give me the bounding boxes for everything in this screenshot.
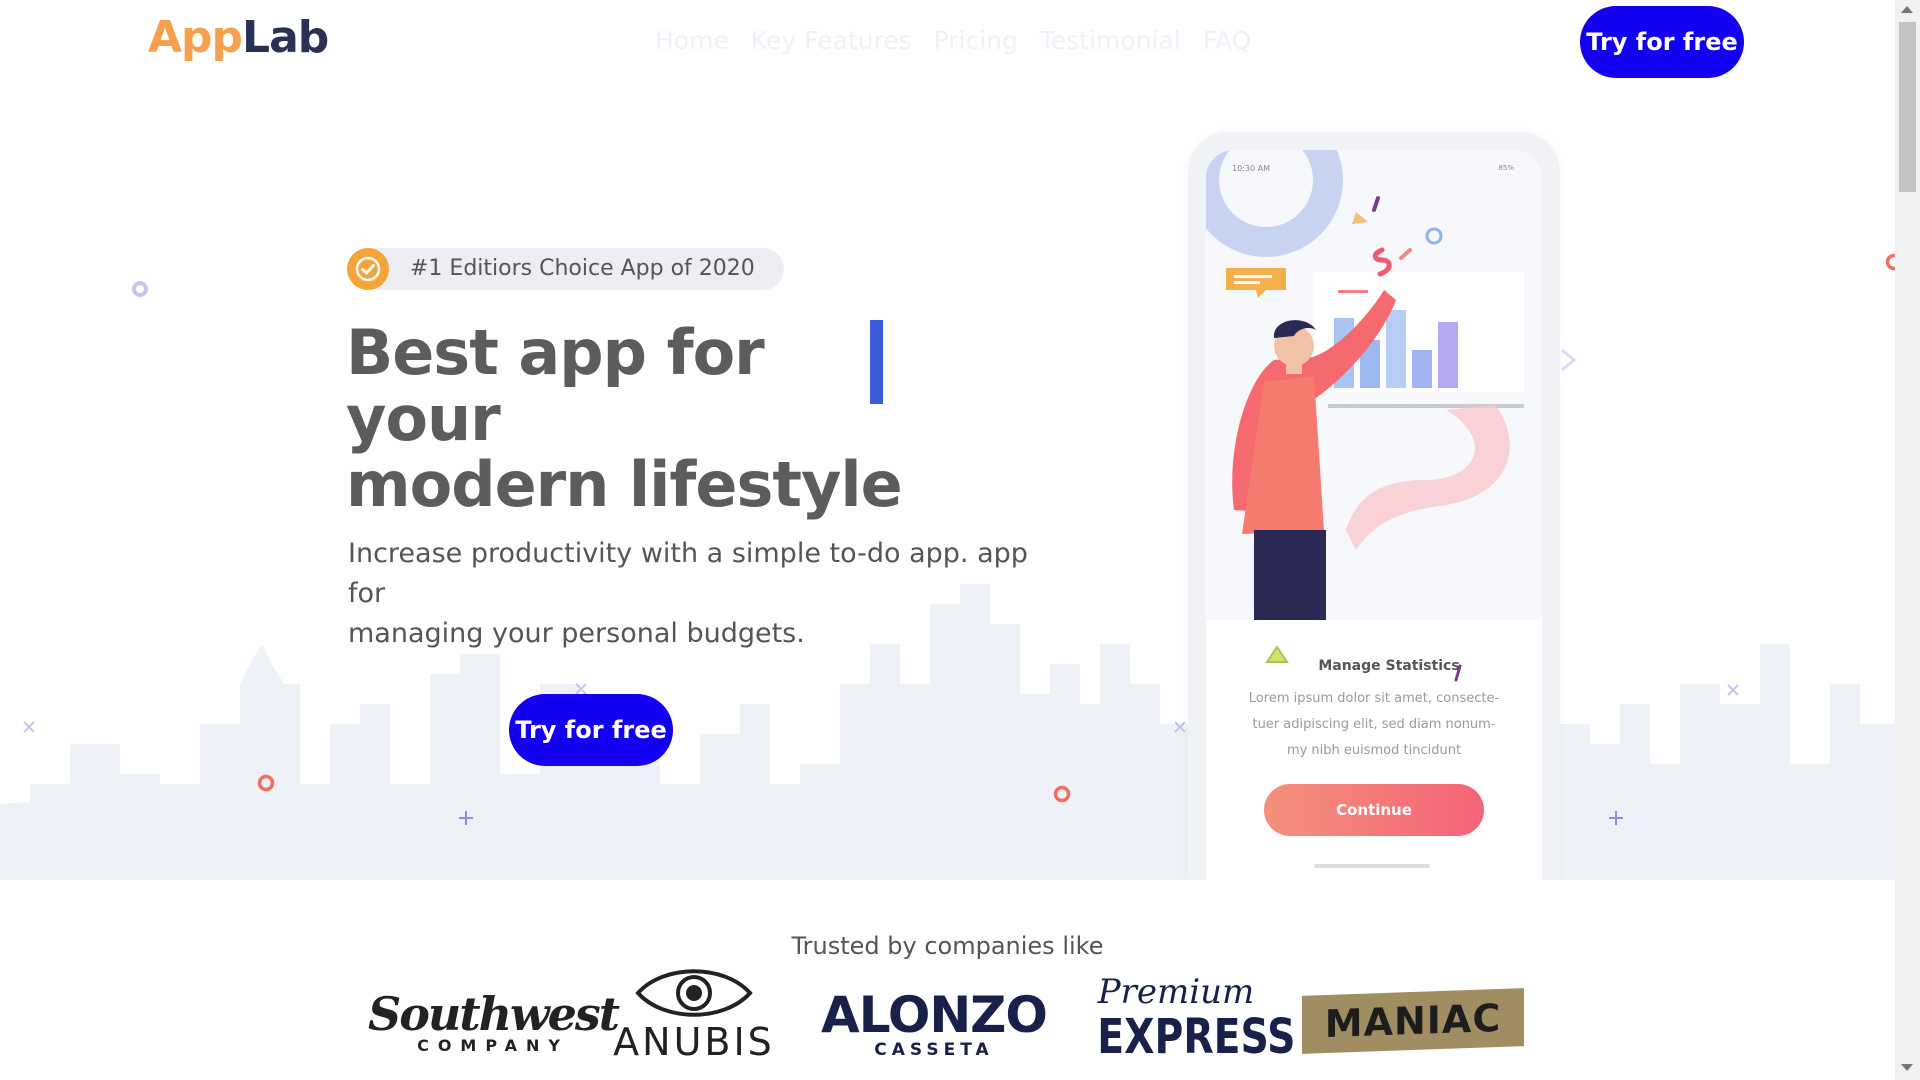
scroll-down-arrow-icon[interactable] (1901, 1064, 1913, 1071)
express-name: EXPRESS (1097, 1009, 1296, 1065)
main-nav: Home Key Features Pricing Testimonial FA… (655, 26, 1251, 55)
maniac-name: MANIAC (1324, 995, 1502, 1047)
phone-mockup: 10:30 AM 85% Manage Statistics Lorem ips… (1188, 132, 1560, 880)
site-header: AppLab Home Key Features Pricing Testimo… (0, 0, 1895, 84)
nav-home[interactable]: Home (655, 26, 729, 55)
card-body-line1: Lorem ipsum dolor sit amet, consecte- (1248, 691, 1500, 706)
logo-part-lab: Lab (242, 12, 329, 63)
trusted-heading: Trusted by companies like (791, 932, 1104, 960)
nav-pricing[interactable]: Pricing (934, 26, 1018, 55)
scroll-thumb[interactable] (1899, 22, 1916, 192)
southwest-name: Southwest (368, 987, 620, 1041)
decor-x (1174, 721, 1186, 733)
alonzo-name: ALONZO (821, 986, 1048, 1044)
card-body-line3: my nibh euismod tincidunt (1286, 743, 1462, 758)
hero-section: #1 Editiors Choice App of 2020 Best app … (0, 84, 1895, 880)
city-skyline-background (0, 584, 1895, 880)
applab-logo[interactable]: AppLab (148, 12, 329, 63)
company-logos: Southwest COMPANY ANUBIS ALONZO CASSETA … (0, 960, 1895, 1080)
page-scrollbar[interactable] (1895, 0, 1920, 1080)
decor-plus (459, 811, 473, 825)
anubis-logo: ANUBIS (604, 966, 784, 1062)
nav-key-features[interactable]: Key Features (751, 26, 912, 55)
eye-icon (635, 969, 753, 1017)
premium-name: Premium (1097, 972, 1255, 1012)
decor-ring-red (1053, 785, 1071, 803)
decor-x (23, 721, 35, 733)
hero-try-free-button[interactable]: Try for free (509, 694, 673, 766)
nav-testimonial[interactable]: Testimonial (1040, 26, 1181, 55)
maniac-logo: MANIAC (1302, 988, 1524, 1054)
nav-faq[interactable]: FAQ (1203, 26, 1251, 55)
alonzo-logo: ALONZO CASSETA (818, 990, 1050, 1060)
card-body: Lorem ipsum dolor sit amet, consecte- tu… (1228, 686, 1520, 764)
hero-title-line2: modern lifestyle (346, 448, 903, 521)
decor-plus (1609, 811, 1623, 825)
decor-ring-purple (132, 281, 148, 297)
hero-subtitle: Increase productivity with a simple to-d… (348, 534, 1048, 654)
southwest-logo: Southwest COMPANY (368, 987, 620, 1055)
editors-choice-badge: #1 Editiors Choice App of 2020 (347, 248, 784, 290)
hero-subtitle-line2: for (348, 578, 386, 609)
statistics-card: Manage Statistics Lorem ipsum dolor sit … (1206, 620, 1542, 880)
home-indicator (1314, 864, 1430, 868)
person-presenting-chart-illustration (1206, 150, 1524, 620)
text-cursor (870, 320, 883, 404)
decor-ring-red (1885, 253, 1895, 271)
phone-screen: 10:30 AM 85% Manage Statistics Lorem ips… (1206, 150, 1542, 880)
hero-subtitle-line1: Increase productivity with a simple to-d… (348, 538, 1028, 569)
decor-chevron (1561, 348, 1577, 372)
anubis-name: ANUBIS (613, 1020, 775, 1064)
scroll-up-arrow-icon[interactable] (1901, 6, 1913, 13)
card-title: Manage Statistics (1318, 658, 1460, 674)
continue-button[interactable]: Continue (1264, 784, 1484, 836)
status-battery: 85% (1498, 164, 1514, 172)
hero-title-line1: Best app for your (346, 316, 765, 455)
decor-ring-red (257, 774, 275, 792)
check-badge-icon (347, 248, 389, 290)
hero-title: Best app for your modern lifestyle (346, 320, 906, 518)
header-try-free-button[interactable]: Try for free (1580, 6, 1744, 78)
badge-text: #1 Editiors Choice App of 2020 (410, 256, 755, 281)
card-body-line2: tuer adipiscing elit, sed diam nonum- (1252, 717, 1496, 732)
decor-x (1727, 684, 1739, 696)
status-time: 10:30 AM (1232, 164, 1270, 173)
logo-part-app: App (148, 12, 243, 63)
premium-express-logo: Premium EXPRESS (1080, 972, 1296, 1065)
hero-subtitle-line3: managing your personal budgets. (348, 618, 805, 649)
